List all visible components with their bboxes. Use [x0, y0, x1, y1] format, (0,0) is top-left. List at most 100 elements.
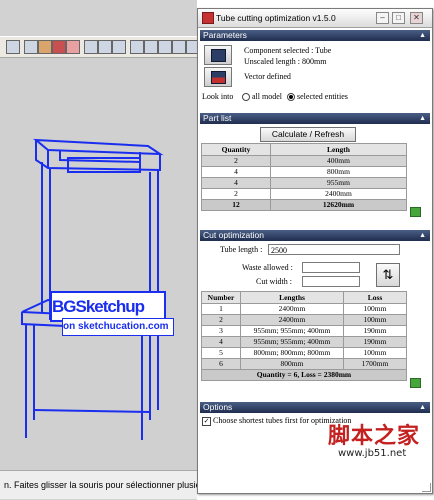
radio-selected-entities[interactable] — [287, 93, 295, 101]
quantity-cell: 2 — [201, 155, 271, 167]
rotate-icon[interactable] — [130, 40, 144, 54]
collapse-icon[interactable]: ▲ — [419, 230, 426, 241]
column-header-loss: Loss — [343, 291, 407, 304]
waste-allowed-input[interactable] — [302, 262, 360, 273]
cut-width-label: Cut width : — [256, 277, 293, 286]
options-header-label: Options — [203, 402, 233, 412]
status-bar: n. Faites glisser la souris pour sélecti… — [0, 470, 201, 499]
watermark-url: www.jb51.net — [338, 448, 407, 459]
table-row[interactable]: 4 800mm — [201, 166, 407, 178]
move-icon[interactable] — [112, 40, 126, 54]
look-into-label: Look into — [202, 92, 234, 101]
status-text: n. Faites glisser la souris pour sélecti… — [4, 480, 201, 490]
define-vector-button[interactable] — [204, 67, 232, 87]
export-icon[interactable] — [410, 378, 421, 388]
collapse-icon[interactable]: ▲ — [419, 402, 426, 413]
maximize-icon[interactable]: □ — [392, 12, 405, 24]
title-bar[interactable]: Tube cutting optimization v1.5.0 – □ ✕ — [198, 9, 432, 28]
optimize-button[interactable]: ⇅ — [376, 263, 400, 287]
options-header[interactable]: Options ▲ — [200, 402, 430, 413]
export-icon[interactable] — [410, 207, 421, 217]
paint-icon[interactable] — [52, 40, 66, 54]
loss-cell: 1700mm — [343, 358, 407, 370]
radio-selected-entities-label: selected entities — [297, 92, 348, 101]
sketchup-toolbar — [0, 36, 200, 58]
summary-cell: Quantity = 6, Loss = 2380mm — [201, 369, 407, 381]
close-icon[interactable]: ✕ — [410, 12, 423, 24]
table-row[interactable]: 1 2400mm 100mm — [201, 303, 407, 315]
column-header-number: Number — [201, 291, 241, 304]
length-cell: 955mm — [270, 177, 407, 189]
calculate-refresh-button[interactable]: Calculate / Refresh — [260, 127, 356, 142]
model-viewport[interactable]: BGSketchup on sketchucation.com — [0, 58, 197, 470]
optimize-icon: ⇅ — [382, 267, 394, 282]
total-quantity-cell: 12 — [201, 199, 271, 211]
radio-all-model-label: all model — [252, 92, 282, 101]
column-header-quantity: Quantity — [201, 143, 271, 156]
lengths-cell: 2400mm — [240, 314, 344, 326]
lengths-cell: 2400mm — [240, 303, 344, 315]
quantity-cell: 2 — [201, 188, 271, 200]
table-header-row: Quantity Length — [201, 143, 407, 156]
minimize-icon[interactable]: – — [376, 12, 389, 24]
model-url-label: on sketchucation.com — [62, 318, 174, 336]
ruby-icon — [202, 12, 214, 24]
table-row[interactable]: 2 2400mm — [201, 188, 407, 200]
collapse-icon[interactable]: ▲ — [419, 30, 426, 41]
tube-length-label: Tube length : — [220, 245, 263, 254]
part-list-header[interactable]: Part list ▲ — [200, 113, 430, 124]
table-row[interactable]: 2 400mm — [201, 155, 407, 167]
shortest-first-checkbox[interactable]: ✓ — [202, 417, 211, 426]
waste-allowed-label: Waste allowed : — [242, 263, 293, 272]
quantity-cell: 4 — [201, 166, 271, 178]
table-row[interactable]: 2 2400mm 100mm — [201, 314, 407, 326]
orbit-icon[interactable] — [6, 40, 20, 54]
resize-grip-icon[interactable] — [422, 483, 431, 492]
loss-cell: 190mm — [343, 336, 407, 348]
rect-icon[interactable] — [84, 40, 98, 54]
lengths-cell: 800mm — [240, 358, 344, 370]
watermark-text: 脚本之家 — [328, 424, 421, 449]
column-header-lengths: Lengths — [240, 291, 344, 304]
length-cell: 800mm — [270, 166, 407, 178]
eraser-icon[interactable] — [66, 40, 80, 54]
table-row[interactable]: 6 800mm 1700mm — [201, 358, 407, 370]
table-row[interactable]: 4 955mm; 955mm; 400mm 190mm — [201, 336, 407, 348]
number-cell: 2 — [201, 314, 241, 326]
loss-cell: 190mm — [343, 325, 407, 337]
collapse-icon[interactable]: ▲ — [419, 113, 426, 124]
sketchup-area: BGSketchup on sketchucation.com n. Faite… — [0, 0, 201, 500]
cut-width-input[interactable] — [302, 276, 360, 287]
total-length-cell: 12620mm — [270, 199, 407, 211]
lengths-cell: 955mm; 955mm; 400mm — [240, 336, 344, 348]
total-row: 12 12620mm — [201, 199, 407, 211]
number-cell: 5 — [201, 347, 241, 359]
cut-optimization-header[interactable]: Cut optimization ▲ — [200, 230, 430, 241]
column-header-length: Length — [270, 143, 407, 156]
cut-optimization-table: Number Lengths Loss 1 2400mm 100mm 2 240… — [201, 291, 407, 381]
tube-length-input[interactable]: 2500 — [268, 244, 400, 255]
text-icon[interactable] — [172, 40, 186, 54]
component-icon[interactable] — [38, 40, 52, 54]
parameters-header[interactable]: Parameters ▲ — [200, 30, 430, 41]
offset-icon[interactable] — [144, 40, 158, 54]
table-row[interactable]: 4 955mm — [201, 177, 407, 189]
unscaled-length-text: Unscaled length : 800mm — [244, 57, 327, 66]
select-component-button[interactable] — [204, 45, 232, 65]
table-row[interactable]: 5 800mm; 800mm; 800mm 100mm — [201, 347, 407, 359]
select-icon[interactable] — [24, 40, 38, 54]
summary-row: Quantity = 6, Loss = 2380mm — [201, 369, 407, 381]
parameters-header-label: Parameters — [203, 30, 247, 40]
tape-icon[interactable] — [158, 40, 172, 54]
radio-all-model[interactable] — [242, 93, 250, 101]
tube-rack-model — [21, 138, 164, 440]
loss-cell: 100mm — [343, 303, 407, 315]
push-icon[interactable] — [98, 40, 112, 54]
vector-defined-text: Vector defined — [244, 72, 291, 81]
component-selected-text: Component selected : Tube — [244, 46, 332, 55]
cut-optimization-header-label: Cut optimization — [203, 230, 264, 240]
table-row[interactable]: 3 955mm; 955mm; 400mm 190mm — [201, 325, 407, 337]
number-cell: 4 — [201, 336, 241, 348]
number-cell: 1 — [201, 303, 241, 315]
quantity-cell: 4 — [201, 177, 271, 189]
